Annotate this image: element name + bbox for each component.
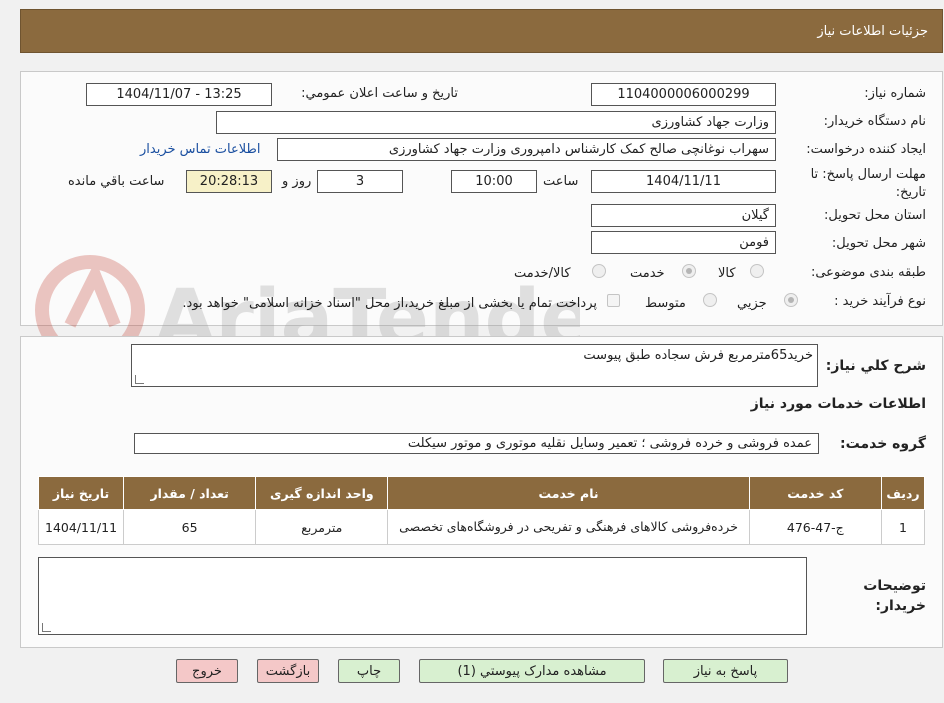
category-radio-service[interactable] [682, 264, 696, 278]
services-section-title: اطلاعات خدمات مورد نياز [750, 396, 926, 412]
category-label: طبقه بندی موضوعی: [810, 265, 926, 280]
table-row[interactable]: 1 ج-47-476 خرده‌فروشی کالاهای فرهنگی و ت… [37, 509, 925, 545]
treasury-note: پرداخت تمام یا بخشی از مبلغ خرید،از محل … [182, 296, 597, 311]
city-field[interactable]: فومن [591, 231, 776, 254]
deadline-date-field[interactable]: 1404/11/11 [591, 170, 776, 193]
announce-datetime-field[interactable]: 1404/11/07 - 13:25 [86, 83, 272, 106]
cell-row-number: 1 [881, 509, 925, 545]
need-number-label: شماره نياز: [864, 86, 926, 101]
print-button[interactable]: چاپ [338, 659, 400, 683]
buyer-org-field[interactable]: وزارت جهاد کشاورزی [216, 111, 776, 134]
col-row-number: رديف [881, 476, 925, 510]
province-field[interactable]: گیلان [591, 204, 776, 227]
process-option-minor: جزيي [737, 296, 767, 311]
cell-service-name: خرده‌فروشی کالاهای فرهنگی و تفریحی در فر… [387, 509, 750, 545]
announce-datetime-label: تاريخ و ساعت اعلان عمومي: [301, 86, 458, 101]
deadline-time-field[interactable]: 10:00 [451, 170, 537, 193]
category-option-service: خدمت [630, 266, 665, 281]
page-header: جزئيات اطلاعات نياز [20, 9, 943, 53]
col-need-date: تاريخ نياز [37, 476, 125, 510]
remaining-time-field: 20:28:13 [186, 170, 272, 193]
process-radio-medium[interactable] [703, 293, 717, 307]
process-radio-minor[interactable] [784, 293, 798, 307]
view-documents-button[interactable]: مشاهده مدارک پيوستي (1) [419, 659, 645, 683]
need-number-field[interactable]: 1104000006000299 [591, 83, 776, 106]
description-text: خرید65مترمربع فرش سجاده طبق پیوست [583, 348, 813, 363]
buyer-org-label: نام دستگاه خريدار: [823, 114, 926, 129]
exit-button[interactable]: خروج [176, 659, 238, 683]
col-unit: واحد اندازه گيری [255, 476, 389, 510]
province-label: استان محل تحويل: [824, 208, 926, 223]
cell-need-date: 1404/11/11 [37, 509, 125, 545]
table-header-row: رديف کد خدمت نام خدمت واحد اندازه گيری ت… [37, 476, 925, 510]
services-table: رديف کد خدمت نام خدمت واحد اندازه گيری ت… [37, 476, 925, 545]
resize-handle[interactable] [42, 623, 51, 632]
treasury-checkbox[interactable] [607, 294, 620, 307]
cell-quantity: 65 [123, 509, 257, 545]
service-group-field[interactable]: عمده فروشی و خرده فروشی ؛ تعمیر وسایل نق… [134, 433, 819, 454]
page-title: جزئيات اطلاعات نياز [817, 24, 928, 39]
deadline-time-label: ساعت [543, 174, 579, 189]
col-quantity: تعداد / مقدار [123, 476, 257, 510]
deadline-days-field[interactable]: 3 [317, 170, 403, 193]
col-service-name: نام خدمت [387, 476, 750, 510]
description-field[interactable]: خرید65مترمربع فرش سجاده طبق پیوست [131, 344, 818, 387]
deadline-label: مهلت ارسال پاسخ: تا تاريخ: [810, 167, 926, 200]
category-option-goods: کالا [718, 266, 736, 281]
back-button[interactable]: بازگشت [257, 659, 319, 683]
category-radio-goods[interactable] [750, 264, 764, 278]
days-label: روز و [282, 174, 312, 189]
city-label: شهر محل تحويل: [831, 236, 926, 251]
resize-handle[interactable] [135, 375, 144, 384]
buyer-notes-label: توضيحات خريدار: [863, 578, 926, 614]
buyer-contact-link[interactable]: اطلاعات تماس خريدار [140, 142, 260, 157]
requester-label: ايجاد کننده درخواست: [806, 142, 926, 157]
service-group-label: گروه خدمت: [840, 436, 926, 452]
buyer-notes-field[interactable] [38, 557, 807, 635]
cell-service-code: ج-47-476 [748, 509, 883, 545]
process-option-medium: متوسط [645, 296, 686, 311]
remaining-time-label: ساعت باقي مانده [68, 174, 165, 189]
description-label: شرح کلي نياز: [825, 358, 926, 374]
requester-field[interactable]: سهراب نوغانچی صالح کمک کارشناس دامپروری … [277, 138, 776, 161]
category-option-goods-service: کالا/خدمت [514, 266, 571, 281]
cell-unit: مترمربع [255, 509, 389, 545]
col-service-code: کد خدمت [748, 476, 883, 510]
process-label: نوع فرآيند خريد : [834, 294, 926, 309]
category-radio-goods-service[interactable] [592, 264, 606, 278]
reply-button[interactable]: پاسخ به نياز [663, 659, 788, 683]
